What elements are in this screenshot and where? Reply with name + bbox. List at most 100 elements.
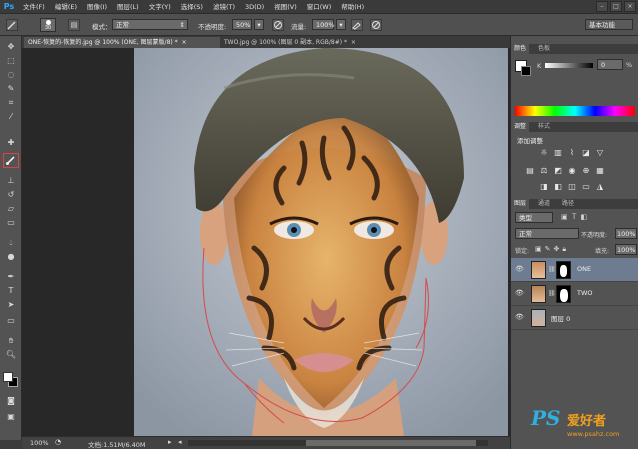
layer-filter-icons[interactable]: ▣Ｔ◧: [561, 212, 590, 222]
rectangle-tool-icon[interactable]: ▭: [4, 314, 18, 327]
channel-mixer-icon[interactable]: ⊕: [581, 166, 591, 176]
menu-3d[interactable]: 3D(D): [240, 0, 269, 14]
history-brush-tool-icon[interactable]: ↺: [4, 188, 18, 201]
menu-file[interactable]: 文件(F): [18, 0, 50, 14]
airbrush-icon[interactable]: [351, 19, 363, 31]
tab-paths[interactable]: 路径: [559, 199, 577, 209]
gradient-map-icon[interactable]: ▭: [581, 182, 591, 192]
tab-one-close-icon[interactable]: ×: [182, 39, 187, 46]
brush-size-picker[interactable]: 30: [40, 18, 56, 32]
layer-opacity-input[interactable]: 100%: [615, 228, 637, 239]
lock-icons[interactable]: ▣✎✥🔒︎: [535, 245, 569, 254]
visibility-eye-icon[interactable]: 👁︎: [515, 313, 524, 321]
invert-icon[interactable]: ◨: [539, 182, 549, 192]
brush-tool-icon[interactable]: [3, 153, 19, 168]
gradient-tool-icon[interactable]: ▭: [4, 216, 18, 229]
tab-layers[interactable]: 图层: [511, 199, 530, 209]
menu-type[interactable]: 文字(Y): [144, 0, 176, 14]
color-lookup-icon[interactable]: ▦: [595, 166, 605, 176]
horizontal-scrollbar[interactable]: [188, 440, 488, 446]
menu-window[interactable]: 窗口(W): [302, 0, 337, 14]
black-white-icon[interactable]: ◩: [553, 166, 563, 176]
close-window-button[interactable]: ×: [624, 1, 636, 12]
flow-slider-toggle[interactable]: ▾: [336, 19, 346, 30]
blur-tool-icon[interactable]: 💧︎: [4, 236, 18, 249]
menu-view[interactable]: 视图(V): [269, 0, 302, 14]
tab-two-close-icon[interactable]: ×: [351, 39, 356, 46]
blend-mode-select[interactable]: 正常: [515, 228, 579, 239]
opacity-input[interactable]: 50%: [232, 19, 252, 30]
hue-saturation-icon[interactable]: ▤: [525, 166, 535, 176]
menu-help[interactable]: 帮助(H): [336, 0, 369, 14]
visibility-eye-icon[interactable]: 👁︎: [515, 265, 524, 273]
minimize-button[interactable]: –: [596, 1, 608, 12]
vibrance-icon[interactable]: ▽: [595, 148, 605, 158]
layer-fill-input[interactable]: 100%: [615, 244, 637, 255]
chain-link-icon[interactable]: ⛓︎: [548, 266, 556, 273]
color-balance-icon[interactable]: ⚖: [539, 166, 549, 176]
lasso-tool-icon[interactable]: ◌: [4, 68, 18, 81]
layer-mask-thumbnail[interactable]: [556, 261, 571, 279]
zoom-tool-icon[interactable]: 🔍︎: [4, 348, 18, 361]
menu-edit[interactable]: 编辑(E): [50, 0, 82, 14]
layer-row-two[interactable]: 👁︎ ⛓︎ TWO: [511, 282, 638, 306]
maximize-button[interactable]: □: [610, 1, 622, 12]
menu-image[interactable]: 图像(I): [82, 0, 112, 14]
scroll-left-icon[interactable]: ◂: [178, 438, 182, 446]
type-tool-icon[interactable]: T: [4, 284, 18, 297]
opacity-slider-toggle[interactable]: ▾: [254, 19, 264, 30]
layer-mask-thumbnail[interactable]: [556, 285, 571, 303]
brush-tool-preset-icon[interactable]: [6, 19, 18, 31]
photo-filter-icon[interactable]: ◉: [567, 166, 577, 176]
layer-row-one[interactable]: 👁︎ ⛓︎ ONE: [511, 258, 638, 282]
pen-tool-icon[interactable]: ✒︎: [4, 270, 18, 283]
tab-swatches[interactable]: 色板: [535, 44, 553, 54]
selective-color-icon[interactable]: ◮: [595, 182, 605, 192]
screen-mode-icon[interactable]: ▣: [4, 410, 18, 423]
eraser-tool-icon[interactable]: ▱: [4, 202, 18, 215]
workspace-switcher[interactable]: 基本功能: [585, 19, 633, 30]
tab-channels[interactable]: 通道: [535, 199, 553, 209]
path-selection-tool-icon[interactable]: ➤: [4, 298, 18, 311]
chain-link-icon[interactable]: ⛓︎: [548, 290, 556, 297]
layer-filter-kind-select[interactable]: 类型: [515, 212, 553, 223]
document-canvas[interactable]: [134, 48, 508, 436]
tab-adjustments[interactable]: 调整: [511, 122, 530, 132]
brush-panel-toggle-icon[interactable]: ▤: [68, 19, 80, 31]
quick-selection-tool-icon[interactable]: ✎: [4, 82, 18, 95]
menu-filter[interactable]: 滤镜(T): [208, 0, 240, 14]
crop-tool-icon[interactable]: ⌗: [4, 96, 18, 109]
marquee-tool-icon[interactable]: ⬚: [4, 54, 18, 67]
quick-mask-icon[interactable]: ◙: [4, 394, 18, 407]
eyedropper-tool-icon[interactable]: ⁄: [4, 110, 18, 123]
pressure-size-icon[interactable]: [370, 19, 382, 31]
menu-layer[interactable]: 图层(L): [112, 0, 144, 14]
clone-stamp-tool-icon[interactable]: ⊥: [4, 174, 18, 187]
color-background-chip[interactable]: [521, 66, 531, 76]
brightness-icon[interactable]: ☼: [539, 148, 549, 158]
hand-tool-icon[interactable]: ✋︎: [4, 334, 18, 347]
move-tool-icon[interactable]: ✥: [4, 40, 18, 53]
curves-icon[interactable]: ⌇: [567, 148, 577, 158]
healing-brush-tool-icon[interactable]: ✚: [4, 136, 18, 149]
visibility-eye-icon[interactable]: 👁︎: [515, 289, 524, 297]
dodge-tool-icon[interactable]: ●: [4, 250, 18, 263]
zoom-level[interactable]: 100%: [30, 439, 49, 447]
posterize-icon[interactable]: ◧: [553, 182, 563, 192]
tab-one[interactable]: ONE-恢复的-恢复的.jpg @ 100% (ONE, 图层蒙版/8) * ×: [24, 37, 220, 48]
levels-icon[interactable]: ▥: [553, 148, 563, 158]
flow-input[interactable]: 100%: [312, 19, 335, 30]
tab-color[interactable]: 颜色: [511, 44, 530, 54]
status-info-icon[interactable]: ◔: [55, 438, 61, 446]
threshold-icon[interactable]: ◫: [567, 182, 577, 192]
tab-two[interactable]: TWO.jpg @ 100% (图层 0 副本, RGB/8#) * ×: [220, 37, 380, 48]
scrollbar-thumb[interactable]: [306, 440, 476, 446]
foreground-color-swatch[interactable]: [3, 372, 13, 382]
mode-select[interactable]: 正常 ⇕: [112, 19, 188, 30]
color-spectrum-bar[interactable]: [515, 106, 635, 116]
menu-select[interactable]: 选择(S): [176, 0, 208, 14]
exposure-icon[interactable]: ◪: [581, 148, 591, 158]
color-k-slider[interactable]: [545, 63, 593, 68]
layer-row-zero[interactable]: 👁︎ 图层 0: [511, 306, 638, 330]
color-swatches[interactable]: [3, 372, 19, 388]
